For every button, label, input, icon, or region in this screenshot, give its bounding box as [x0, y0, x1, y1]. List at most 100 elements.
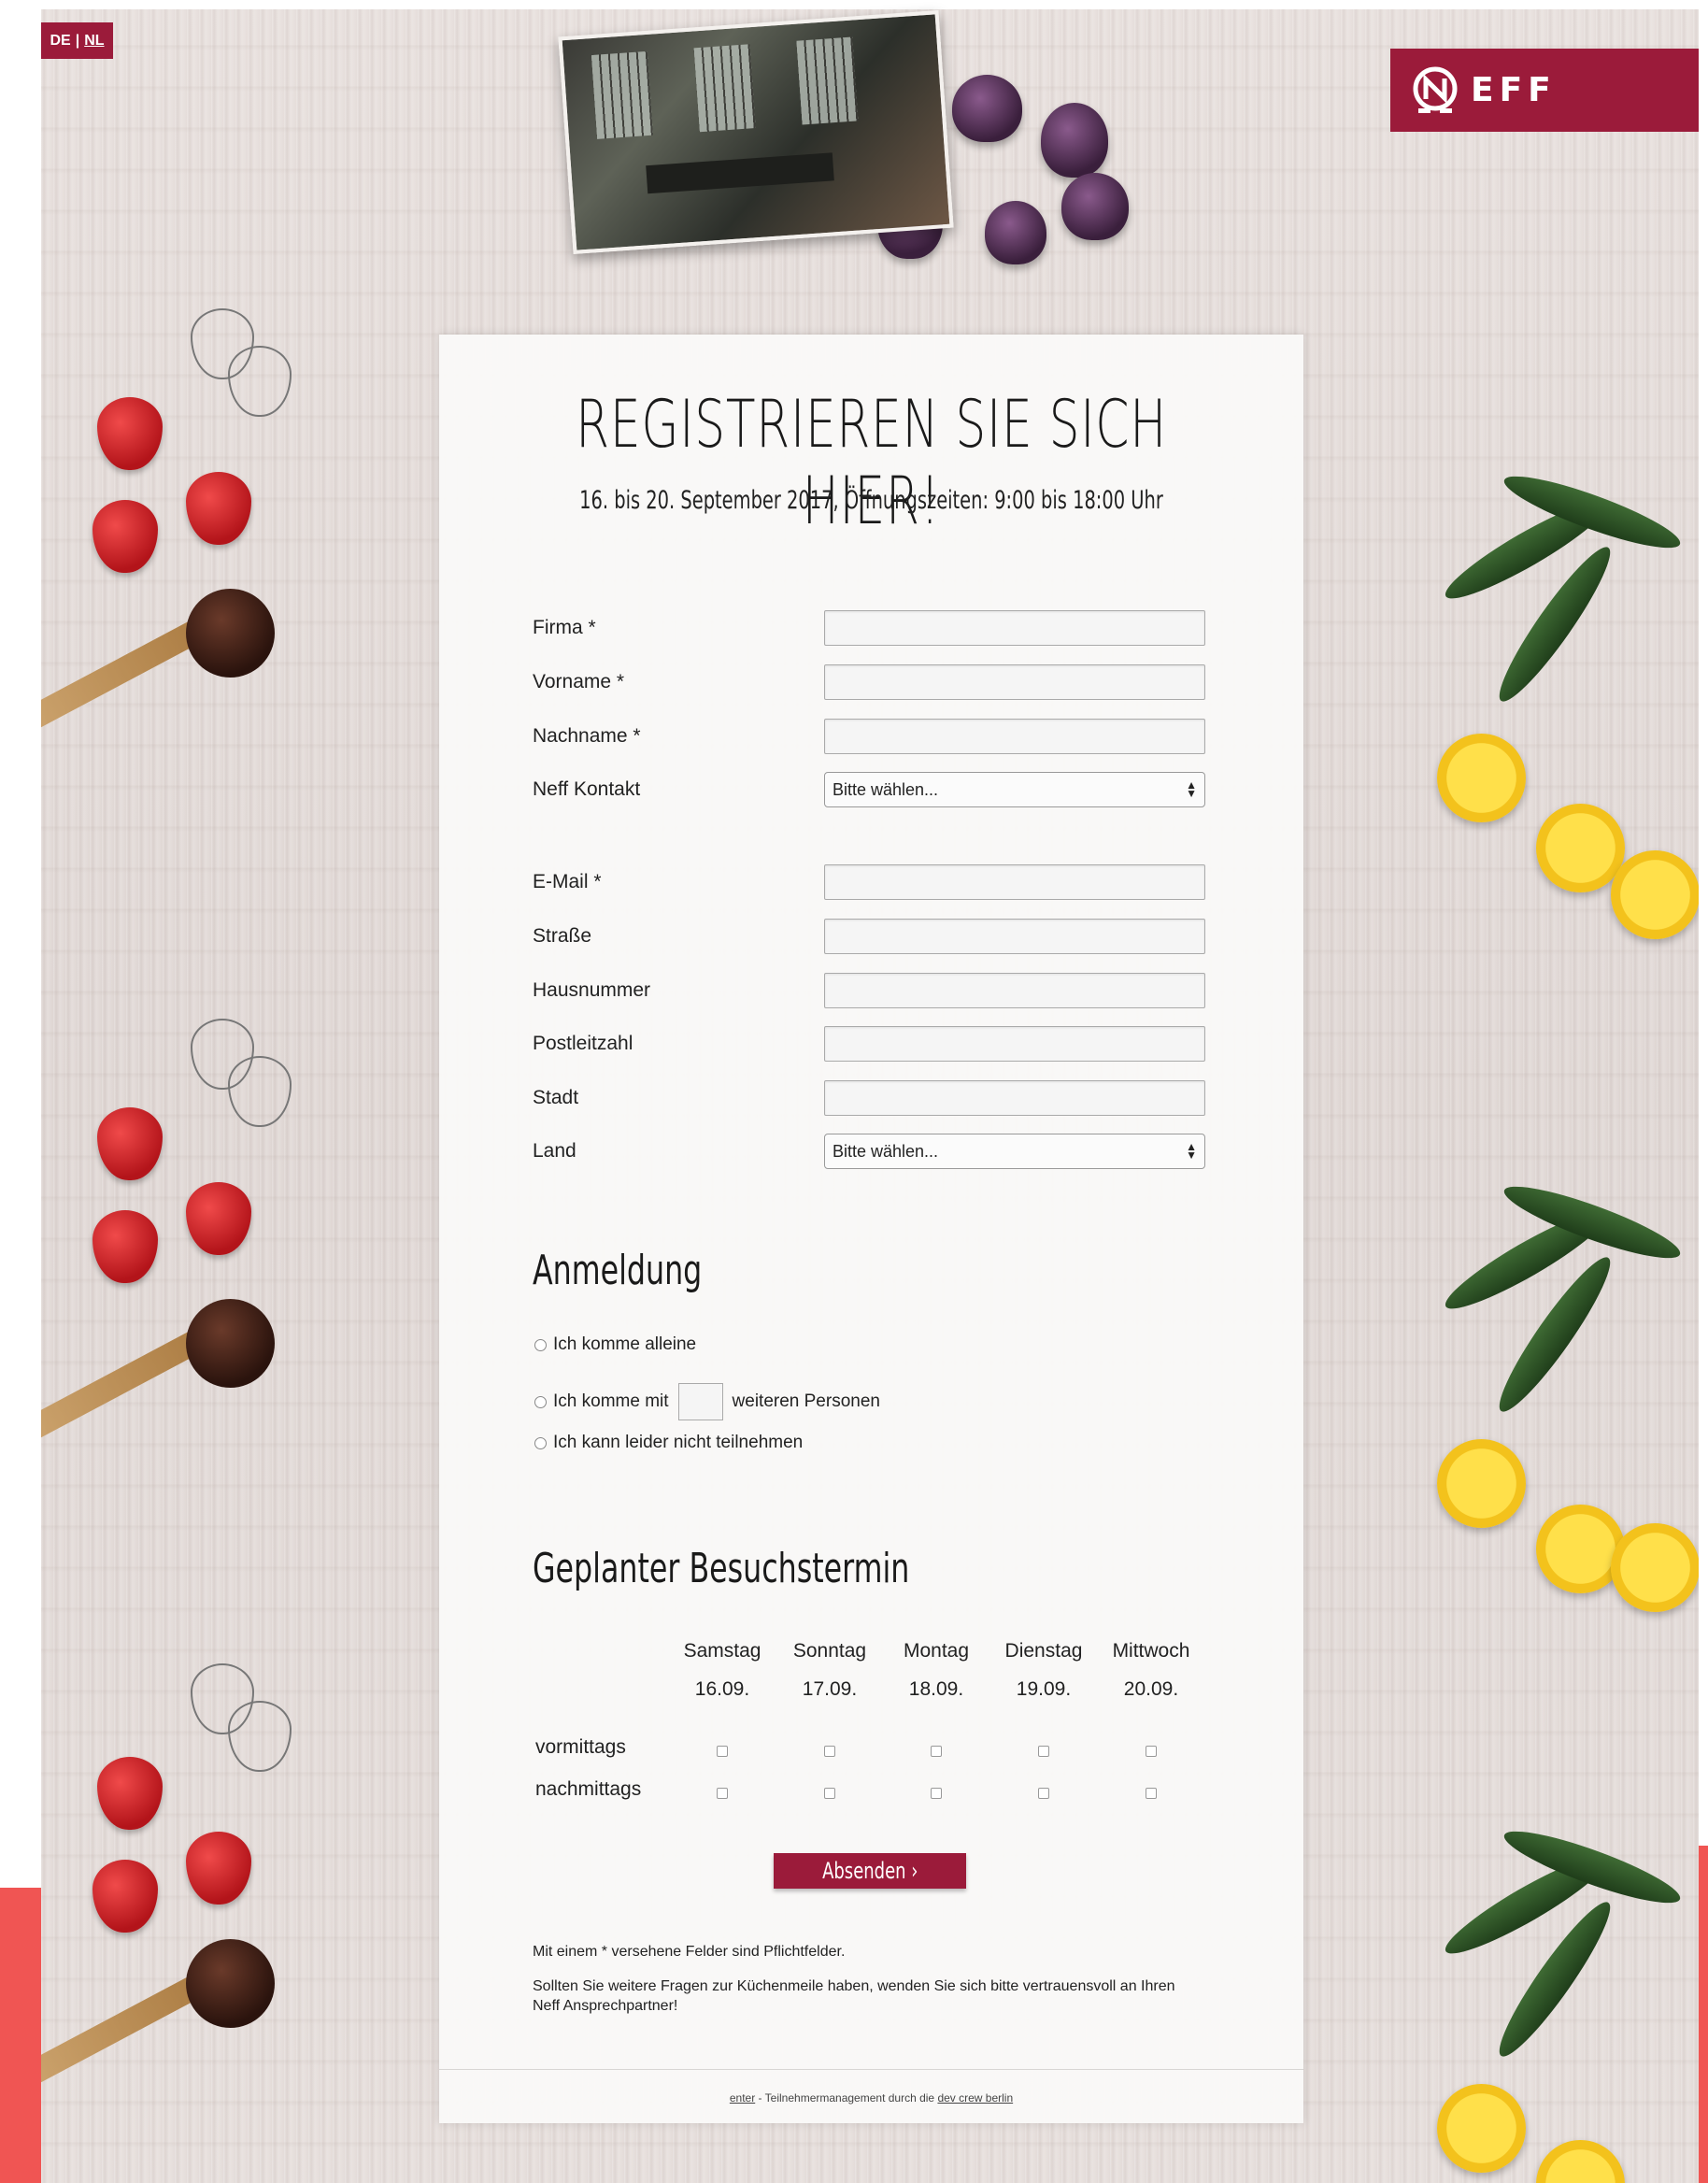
day-date: 16.09. [694, 1678, 750, 1700]
hausnummer-label: Hausnummer [533, 979, 651, 1001]
vorname-row: Vorname * [533, 662, 1215, 703]
footer-enter-link[interactable]: enter [730, 2091, 755, 2105]
required-fields-note: Mit einem * versehene Felder sind Pflich… [533, 1944, 846, 1960]
hausnummer-row: Hausnummer [533, 970, 1215, 1011]
radio-with-prefix-label: Ich komme mit [553, 1391, 669, 1411]
land-row: Land Bitte wählen... ▲ ▼ [533, 1131, 1215, 1172]
nachname-label: Nachname * [533, 725, 641, 747]
stadt-label: Stadt [533, 1087, 579, 1108]
guest-count-input[interactable] [677, 1383, 723, 1420]
checkbox-so-nachmittags[interactable] [824, 1788, 835, 1799]
strawberry-decoration [93, 500, 158, 573]
neff-kontakt-select-value: Bitte wählen... [833, 779, 939, 799]
day-date: 20.09. [1123, 1678, 1179, 1700]
day-name: Montag [903, 1640, 970, 1662]
day-name: Dienstag [1004, 1640, 1083, 1662]
strawberry-decoration [97, 1757, 163, 1830]
lemon-decoration [1536, 804, 1625, 892]
neff-kontakt-select[interactable]: Bitte wählen... ▲ ▼ [824, 772, 1205, 807]
anmeldung-heading: Anmeldung [533, 1247, 703, 1294]
checkbox-sa-nachmittags[interactable] [717, 1788, 728, 1799]
vorname-label: Vorname * [533, 671, 625, 692]
strawberry-decoration [93, 1210, 158, 1283]
day-name: Sonntag [792, 1640, 867, 1662]
neff-emblem-icon [1413, 66, 1458, 113]
day-date: 19.09. [1016, 1678, 1072, 1700]
lemon-decoration [1611, 1523, 1699, 1612]
artichoke-decoration [1061, 173, 1129, 240]
strawberry-sketch-decoration [228, 1056, 292, 1127]
language-switcher: DE | NL [41, 22, 113, 59]
nachname-input[interactable] [824, 719, 1205, 754]
strasse-label: Straße [533, 925, 592, 947]
neff-logo[interactable]: EFF [1390, 49, 1699, 132]
checkbox-so-vormittags[interactable] [824, 1746, 835, 1757]
lemon-decoration [1536, 2140, 1625, 2183]
logo-text: EFF [1471, 71, 1557, 109]
chocolate-decoration [186, 589, 275, 678]
radio-decline-row: Ich kann leider nicht teilnehmen [534, 1433, 803, 1453]
strasse-input[interactable] [824, 919, 1205, 954]
email-label: E-Mail * [533, 871, 602, 892]
radio-with-guests[interactable] [534, 1395, 547, 1408]
land-select[interactable]: Bitte wählen... ▲ ▼ [824, 1134, 1205, 1169]
page-edge-accent [1699, 1846, 1708, 2183]
radio-alone-label: Ich komme alleine [553, 1334, 697, 1354]
lang-nl-link[interactable]: NL [84, 33, 104, 50]
artichoke-decoration [952, 75, 1022, 142]
postleitzahl-row: Postleitzahl [533, 1023, 1215, 1064]
stadt-input[interactable] [824, 1080, 1205, 1116]
email-input[interactable] [824, 864, 1205, 900]
neff-kontakt-label: Neff Kontakt [533, 778, 641, 800]
checkbox-mo-vormittags[interactable] [931, 1746, 942, 1757]
vorname-input[interactable] [824, 664, 1205, 700]
radio-decline[interactable] [534, 1436, 547, 1449]
day-date: 17.09. [802, 1678, 858, 1700]
radio-with-row: Ich komme mit weiteren Personen [534, 1383, 880, 1420]
checkbox-di-vormittags[interactable] [1038, 1746, 1049, 1757]
lemon-decoration [1437, 1439, 1526, 1528]
footer-devcrew-link[interactable]: dev crew berlin [937, 2091, 1013, 2105]
checkbox-mi-nachmittags[interactable] [1146, 1788, 1157, 1799]
lemon-decoration [1437, 2084, 1526, 2173]
land-select-value: Bitte wählen... [833, 1141, 939, 1161]
select-arrows-icon: ▲ ▼ [1186, 1140, 1197, 1162]
submit-button[interactable]: Absenden › [774, 1853, 966, 1889]
stadt-row: Stadt [533, 1077, 1215, 1119]
strawberry-decoration [186, 1182, 251, 1255]
firma-label: Firma * [533, 617, 596, 638]
select-arrows-icon: ▲ ▼ [1186, 778, 1197, 800]
checkbox-mi-vormittags[interactable] [1146, 1746, 1157, 1757]
postleitzahl-input[interactable] [824, 1026, 1205, 1062]
checkbox-di-nachmittags[interactable] [1038, 1788, 1049, 1799]
footer-divider [439, 2069, 1303, 2070]
strawberry-decoration [186, 1832, 251, 1905]
besuchstermin-heading: Geplanter Besuchstermin [533, 1545, 910, 1592]
strawberry-decoration [93, 1860, 158, 1933]
strawberry-decoration [186, 472, 251, 545]
submit-button-label: Absenden › [821, 1858, 918, 1884]
lemon-decoration [1536, 1505, 1625, 1593]
day-name: Mittwoch [1112, 1640, 1190, 1662]
artichoke-decoration [1041, 103, 1108, 178]
hausnummer-input[interactable] [824, 973, 1205, 1008]
footer: enter - Teilnehmermanagement durch die d… [439, 2091, 1303, 2105]
lang-de-link[interactable]: DE [50, 33, 70, 50]
day-date: 18.09. [908, 1678, 964, 1700]
email-row: E-Mail * [533, 862, 1215, 903]
lemon-decoration [1611, 850, 1699, 939]
radio-with-suffix-label: weiteren Personen [732, 1391, 880, 1411]
nachname-row: Nachname * [533, 716, 1215, 757]
chocolate-decoration [186, 1299, 275, 1388]
event-dates-subtitle: 16. bis 20. September 2017, Öffnungszeit… [579, 486, 1163, 515]
slot-label-vormittags: vormittags [535, 1736, 626, 1758]
artichoke-decoration [985, 201, 1046, 264]
chocolate-decoration [186, 1939, 275, 2028]
firma-input[interactable] [824, 610, 1205, 646]
radio-alone[interactable] [534, 1338, 547, 1351]
radio-decline-label: Ich kann leider nicht teilnehmen [553, 1433, 804, 1452]
checkbox-sa-vormittags[interactable] [717, 1746, 728, 1757]
lemon-decoration [1437, 734, 1526, 822]
checkbox-mo-nachmittags[interactable] [931, 1788, 942, 1799]
postleitzahl-label: Postleitzahl [533, 1033, 633, 1054]
